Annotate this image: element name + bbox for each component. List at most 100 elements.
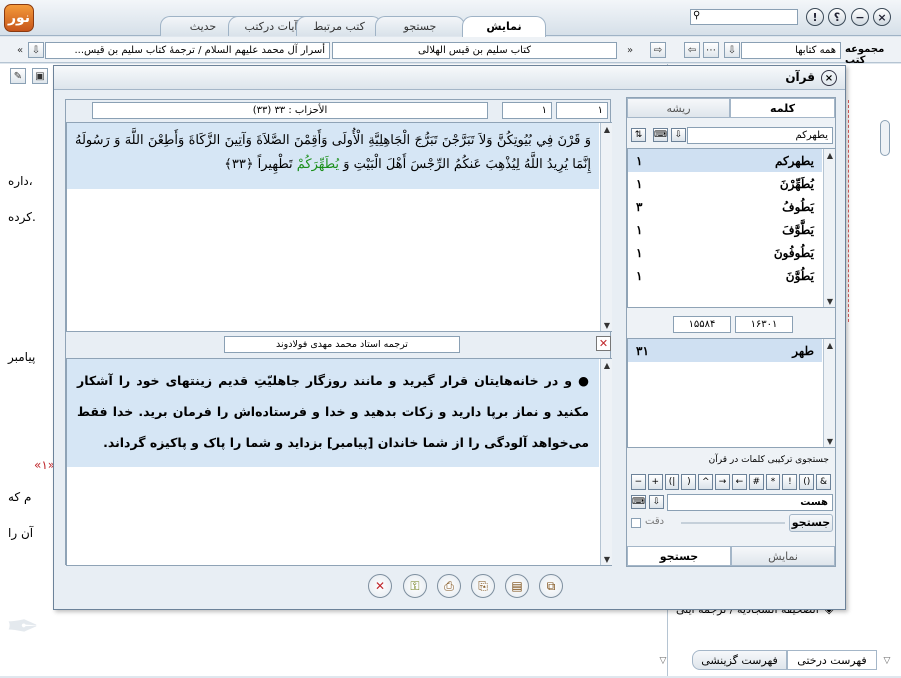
operator-button[interactable]: ← (731, 474, 747, 490)
back-arrow-icon[interactable]: ⇦ (684, 42, 700, 58)
translation-text[interactable]: ● و در خانه‌هایتان قرار گیرید و مانند رو… (67, 363, 599, 460)
operator-button[interactable]: ! (782, 474, 798, 490)
scroll-up-icon[interactable]: ▲ (601, 123, 613, 135)
operator-button[interactable]: # (748, 474, 764, 490)
scroll-down-icon[interactable]: ▼ (601, 553, 613, 565)
page-text-fragment: آن را (8, 526, 34, 540)
scroll-down-icon[interactable]: ▽ (656, 654, 670, 668)
close-translation-icon[interactable]: ✕ (596, 336, 611, 351)
scroll-up-icon[interactable]: ▲ (824, 149, 836, 161)
help-button[interactable]: ؟ (828, 8, 846, 26)
collection-select[interactable]: همه کتابها (741, 42, 841, 59)
translation-scrollbar[interactable]: ▲ ▼ (600, 359, 612, 565)
right-panel-scrollbar[interactable] (879, 72, 891, 642)
root-list-scrollbar[interactable]: ▲ ▼ (823, 339, 835, 447)
operator-button[interactable]: () (799, 474, 815, 490)
print-icon[interactable]: ⎙ (437, 574, 461, 598)
copy-icon[interactable]: ⧉ (539, 574, 563, 598)
word-list-scrollbar[interactable]: ▲ ▼ (823, 149, 835, 307)
wrench-icon[interactable]: ✎ (10, 68, 26, 84)
double-chevron-right-icon[interactable]: » (622, 42, 638, 58)
breadcrumb-text: أسرار آل محمد علیهم السلام / ترجمهٔ کتاب… (74, 45, 326, 56)
book-title-text: کتاب سلیم بن قیس الهلالی (417, 45, 532, 56)
dialog-header: قرآن × (54, 66, 845, 90)
list-item[interactable]: طهر ۳۱ (628, 339, 822, 362)
scroll-down-icon[interactable]: ▼ (824, 435, 836, 447)
page-number-field[interactable]: ۱ (502, 102, 552, 119)
dropdown-icon[interactable]: ⇩ (649, 495, 664, 509)
dialog-close-button[interactable]: × (821, 70, 837, 86)
search-icon: ⚲ (693, 10, 701, 21)
dropdown-icon[interactable]: ⇩ (724, 42, 740, 58)
verse-scrollbar[interactable]: ▲ ▼ (600, 123, 612, 331)
verse-text[interactable]: وَ قَرْنَ فِي بُيُوتِكُنَّ وَلاَ تَبَرَّ… (67, 127, 599, 179)
keyboard-icon[interactable]: ⌨ (653, 128, 668, 142)
search-button[interactable]: جستجو (789, 514, 833, 532)
scroll-up-icon[interactable]: ▲ (824, 339, 836, 351)
layout-icon[interactable]: ▣ (32, 68, 48, 84)
operator-button[interactable]: − (631, 474, 646, 490)
scroll-down-icon[interactable]: ▼ (824, 295, 836, 307)
counter-field: ۱۵۵۸۴ (673, 316, 731, 333)
operator-button[interactable]: * (765, 474, 781, 490)
cancel-icon[interactable]: ✕ (368, 574, 392, 598)
export-icon[interactable]: ⎘ (471, 574, 495, 598)
tab-tree-index[interactable]: فهرست درختی (787, 650, 877, 670)
sort-icon[interactable]: ⇅ (631, 128, 646, 142)
double-chevron-left-icon[interactable]: « (12, 42, 28, 58)
tab-display[interactable]: نمایش (462, 16, 546, 37)
operator-button[interactable]: → (715, 474, 730, 490)
scroll-down-icon[interactable]: ▽ (880, 654, 894, 668)
minimize-button[interactable]: − (851, 8, 869, 26)
scroll-thumb[interactable] (880, 120, 890, 156)
quran-dialog: قرآن × (۳۳) الأحزاب : ۳۳ ۱ ۱ وَ قَرْنَ ف… (53, 65, 846, 610)
forward-arrow-icon[interactable]: ⇨ (650, 42, 666, 58)
scroll-up-icon[interactable]: ▲ (601, 359, 613, 371)
top-search-input[interactable]: ⚲ (690, 9, 798, 25)
content-area: (۳۳) الأحزاب : ۳۳ ۱ ۱ وَ قَرْنَ فِي بُيُ… (65, 99, 612, 566)
document-icon[interactable]: ▤ (505, 574, 529, 598)
list-item[interactable]: يَطُوفُونَ ۱ (628, 241, 822, 264)
translation-panel: ● و در خانه‌هایتان قرار گیرید و مانند رو… (66, 358, 612, 566)
book-title-field[interactable]: کتاب سلیم بن قیس الهلالی (332, 42, 617, 59)
top-bar: نور حدیث آیات درکتب کتب مرتبط جستجو نمای… (0, 0, 901, 37)
surah-field[interactable]: (۳۳) الأحزاب : ۳۳ (92, 102, 488, 119)
footnote-marker[interactable]: «۱» (34, 458, 55, 472)
translator-field[interactable]: ترجمه استاد محمد مهدی فولادوند (224, 336, 460, 353)
list-item[interactable]: یطهرکم ۱ (628, 149, 822, 172)
key-icon[interactable]: ⚿ (403, 574, 427, 598)
list-item[interactable]: يَطَّوَّفَ ۱ (628, 218, 822, 241)
word-search-input[interactable]: یطهرکم (687, 127, 833, 144)
operator-button[interactable]: + (647, 474, 663, 490)
page-text-fragment: داره، (8, 174, 33, 188)
operator-button[interactable]: |) (664, 474, 680, 490)
dropdown-icon[interactable]: ⇩ (671, 128, 686, 142)
list-item[interactable]: يَطُوفُ ۳ (628, 195, 822, 218)
more-icon[interactable]: ⋯ (703, 42, 719, 58)
operator-button[interactable]: ( (681, 474, 697, 490)
list-item-word: يَطُوفُونَ (773, 245, 814, 260)
precision-slider[interactable] (681, 522, 785, 524)
tab-related-books[interactable]: کتب مرتبط (296, 16, 382, 36)
download-icon[interactable]: ⇩ (28, 42, 44, 58)
tab-search[interactable]: جستجو (375, 16, 465, 36)
tab-side-display[interactable]: نمایش (731, 546, 835, 566)
tab-selective-index[interactable]: فهرست گزینشی (692, 650, 787, 670)
highlighted-word[interactable]: يُطَهِّرَكُمْ (297, 157, 339, 172)
operator-button[interactable]: & (816, 474, 831, 490)
verse-number-field[interactable]: ۱ (556, 102, 608, 119)
alert-button[interactable]: ! (806, 8, 824, 26)
operator-button[interactable]: ^ (698, 474, 714, 490)
list-item[interactable]: يُطَهِّرْنَ ۱ (628, 172, 822, 195)
precision-checkbox[interactable] (631, 518, 641, 528)
scroll-down-icon[interactable]: ▼ (601, 319, 613, 331)
keyboard-icon[interactable]: ⌨ (631, 495, 646, 509)
breadcrumb[interactable]: أسرار آل محمد علیهم السلام / ترجمهٔ کتاب… (45, 42, 330, 59)
tab-word[interactable]: کلمه (730, 98, 835, 118)
combo-search-input[interactable]: هست (667, 494, 833, 511)
tab-side-search[interactable]: جستجو (627, 546, 731, 566)
list-item[interactable]: يَطُوَّنَ ۱ (628, 264, 822, 287)
close-button[interactable]: × (873, 8, 891, 26)
translator-name: ترجمه استاد محمد مهدی فولادوند (276, 339, 408, 350)
tab-root[interactable]: ریشه (627, 98, 730, 118)
